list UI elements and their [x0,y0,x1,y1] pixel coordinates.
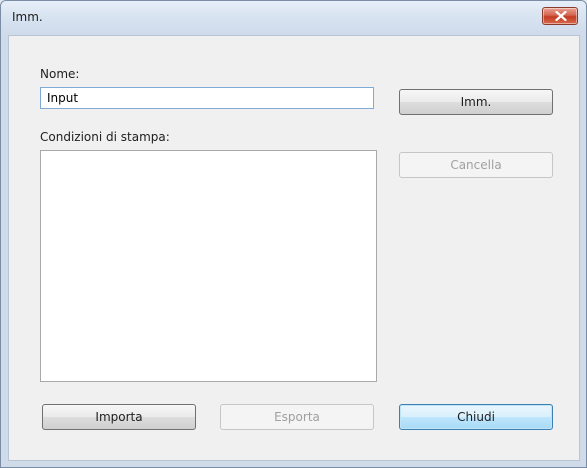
close-icon [555,11,567,21]
export-button[interactable]: Esporta [220,404,374,430]
title-bar[interactable]: Imm. [1,1,586,35]
dialog-content: Nome: Input Condizioni di stampa: Imm. C… [8,35,580,461]
delete-button[interactable]: Cancella [399,152,553,178]
window-close-button[interactable] [542,7,578,25]
name-label: Nome: [40,67,80,81]
dialog-window: Imm. Nome: Input Condizioni di stampa: I… [0,0,587,468]
window-title: Imm. [12,10,43,24]
close-button[interactable]: Chiudi [399,404,553,430]
register-button[interactable]: Imm. [399,89,553,115]
import-button[interactable]: Importa [42,404,196,430]
print-conditions-list[interactable] [40,150,377,382]
name-input[interactable]: Input [40,87,374,109]
print-conditions-label: Condizioni di stampa: [40,130,170,144]
